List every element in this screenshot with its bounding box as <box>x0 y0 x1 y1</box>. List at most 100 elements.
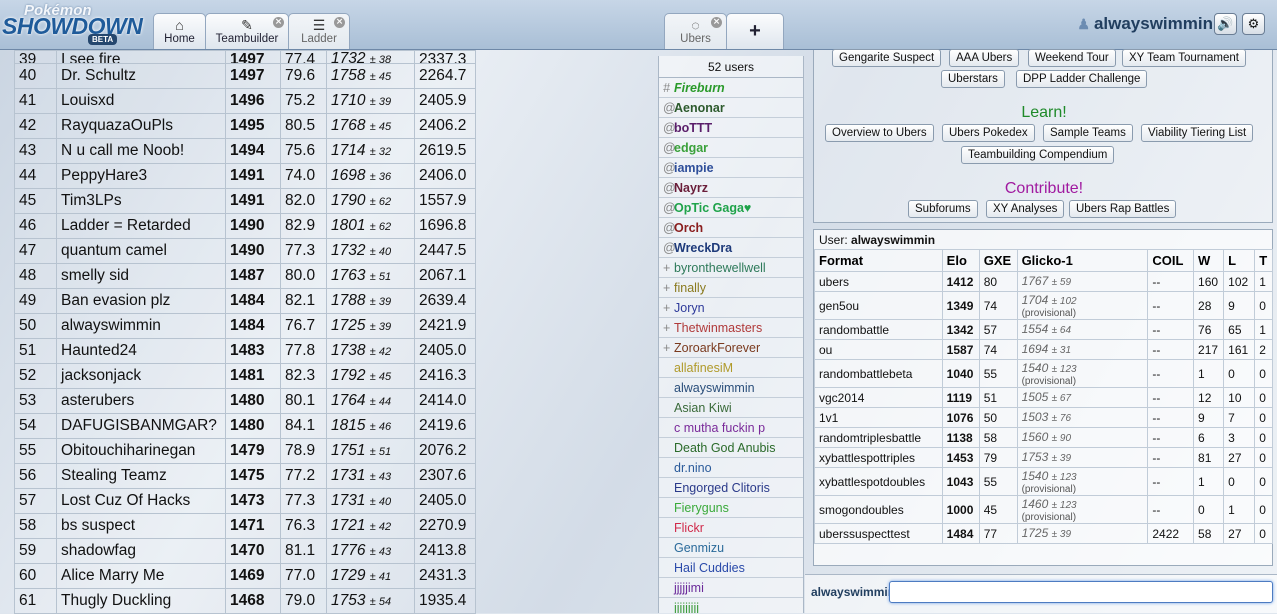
user-list-item[interactable]: Flickr <box>659 518 803 538</box>
ladder-name[interactable]: Louisxd <box>56 88 226 114</box>
tab-ubers-room[interactable]: ◌ Ubers × <box>664 13 727 49</box>
ladder-name[interactable]: DAFUGISBANMGAR? <box>56 413 226 439</box>
user-list-item[interactable]: Fieryguns <box>659 498 803 518</box>
tab-ladder[interactable]: ☰ Ladder × <box>288 13 350 49</box>
username-display[interactable]: ♟ alwayswimmin <box>1077 14 1213 34</box>
ladder-row[interactable]: 47 quantum camel 1490 77.3 1732 ± 40 2447.5 <box>14 238 476 264</box>
ladder-name[interactable]: Ban evasion plz <box>56 288 226 314</box>
user-list-item[interactable]: + byronthewellwell <box>659 258 803 278</box>
ladder-row[interactable]: 59 shadowfag 1470 81.1 1776 ± 43 2413.8 <box>14 538 476 564</box>
user-list-item[interactable]: @WreckDra <box>659 238 803 258</box>
ladder-row[interactable]: 44 PeppyHare3 1491 74.0 1698 ± 36 2406.0 <box>14 163 476 189</box>
user-list-item[interactable]: c mutha fuckin p <box>659 418 803 438</box>
ladder-row[interactable]: 42 RayquazaOuPls 1495 80.5 1768 ± 45 2406.2 <box>14 113 476 139</box>
info-link-button[interactable]: Viability Tiering List <box>1141 124 1254 142</box>
user-list-item[interactable]: + finally <box>659 278 803 298</box>
user-list[interactable]: 52 users # Fireburn @Aenonar @boTTT @edgar @i… <box>658 56 804 613</box>
ladder-name[interactable]: RayquazaOuPls <box>56 113 226 139</box>
ladder-name[interactable]: N u call me Noob! <box>56 138 226 164</box>
ladder-name[interactable]: asterubers <box>56 388 226 414</box>
ladder-row[interactable]: 48 smelly sid 1487 80.0 1763 ± 51 2067.1 <box>14 263 476 289</box>
ladder-name[interactable]: Lost Cuz Of Hacks <box>56 488 226 514</box>
chat-input[interactable] <box>889 581 1273 603</box>
user-list-item[interactable]: @edgar <box>659 138 803 158</box>
ladder-table-container[interactable]: 39 I see fire 1497 77.4 1732 ± 38 2337.3 40 Dr.… <box>14 50 476 614</box>
ladder-name[interactable]: smelly sid <box>56 263 226 289</box>
info-link-button[interactable]: Ubers Pokedex <box>942 124 1035 142</box>
close-icon[interactable]: × <box>273 17 284 28</box>
ladder-name[interactable]: shadowfag <box>56 538 226 564</box>
user-list-item[interactable]: Asian Kiwi <box>659 398 803 418</box>
user-list-item[interactable]: @boTTT <box>659 118 803 138</box>
user-list-item[interactable]: dr.nino <box>659 458 803 478</box>
info-link-button[interactable]: Gengarite Suspect <box>832 49 942 67</box>
info-link-button[interactable]: Teambuilding Compendium <box>961 146 1115 164</box>
ladder-row[interactable]: 50 alwayswimmin 1484 76.7 1725 ± 39 2421.9 <box>14 313 476 339</box>
ladder-row[interactable]: 54 DAFUGISBANMGAR? 1480 84.1 1815 ± 46 2419.6 <box>14 413 476 439</box>
ladder-name[interactable]: Haunted24 <box>56 338 226 364</box>
ladder-name[interactable]: jacksonjack <box>56 363 226 389</box>
ladder-row[interactable]: 55 Obitouchiharinegan 1479 78.9 1751 ± 51 207… <box>14 438 476 464</box>
ladder-name[interactable]: quantum camel <box>56 238 226 264</box>
user-list-item[interactable]: @OpTic Gaga♥ <box>659 198 803 218</box>
ladder-name[interactable]: Stealing Teamz <box>56 463 226 489</box>
ladder-name[interactable]: Dr. Schultz <box>56 63 226 89</box>
ladder-row[interactable]: 61 Thugly Duckling 1468 79.0 1753 ± 54 1935.4 <box>14 588 476 614</box>
ladder-row[interactable]: 51 Haunted24 1483 77.8 1738 ± 42 2405.0 <box>14 338 476 364</box>
ladder-row[interactable]: 45 Tim3LPs 1491 82.0 1790 ± 62 1557.9 <box>14 188 476 214</box>
ladder-name[interactable]: Obitouchiharinegan <box>56 438 226 464</box>
ladder-row[interactable]: 46 Ladder = Retarded 1490 82.9 1801 ± 62 1696… <box>14 213 476 239</box>
sound-button[interactable]: 🔊 <box>1214 13 1237 35</box>
info-link-button[interactable]: XY Analyses <box>986 200 1065 218</box>
ladder-row[interactable]: 60 Alice Marry Me 1469 77.0 1729 ± 41 2431.3 <box>14 563 476 589</box>
ladder-row[interactable]: 57 Lost Cuz Of Hacks 1473 77.3 1731 ± 40 2405… <box>14 488 476 514</box>
info-link-button[interactable]: DPP Ladder Challenge <box>1016 70 1148 88</box>
info-link-button[interactable]: Ubers Rap Battles <box>1069 200 1177 218</box>
ladder-row[interactable]: 43 N u call me Noob! 1494 75.6 1714 ± 32 2619… <box>14 138 476 164</box>
user-list-item[interactable]: allafinesiM <box>659 358 803 378</box>
info-link-button[interactable]: Weekend Tour <box>1028 49 1116 67</box>
info-link-button[interactable]: XY Team Tournament <box>1122 49 1246 67</box>
user-list-item[interactable]: Engorged Clitoris <box>659 478 803 498</box>
ladder-row[interactable]: 39 I see fire 1497 77.4 1732 ± 38 2337.3 <box>14 50 476 64</box>
user-list-item[interactable]: @Aenonar <box>659 98 803 118</box>
ladder-row[interactable]: 53 asterubers 1480 80.1 1764 ± 44 2414.0 <box>14 388 476 414</box>
user-list-item[interactable]: @iampie <box>659 158 803 178</box>
ladder-name[interactable]: Tim3LPs <box>56 188 226 214</box>
info-link-button[interactable]: Sample Teams <box>1043 124 1133 142</box>
user-list-item[interactable]: + ZoroarkForever <box>659 338 803 358</box>
user-list-item[interactable]: jjjjjimi <box>659 578 803 598</box>
ladder-row[interactable]: 52 jacksonjack 1481 82.3 1792 ± 45 2416.3 <box>14 363 476 389</box>
info-link-button[interactable]: AAA Ubers <box>949 49 1020 67</box>
ladder-row[interactable]: 58 bs suspect 1471 76.3 1721 ± 42 2270.9 <box>14 513 476 539</box>
user-count[interactable]: 52 users <box>659 56 803 78</box>
showdown-logo[interactable]: Pokémon SHOWDOWN BETA <box>2 2 152 46</box>
ladder-row[interactable]: 56 Stealing Teamz 1475 77.2 1731 ± 43 2307.6 <box>14 463 476 489</box>
user-list-item[interactable]: + Joryn <box>659 298 803 318</box>
close-icon[interactable]: × <box>711 17 722 28</box>
info-link-button[interactable]: Overview to Ubers <box>825 124 934 142</box>
ladder-name[interactable]: alwayswimmin <box>56 313 226 339</box>
info-link-button[interactable]: Subforums <box>908 200 978 218</box>
user-list-item[interactable]: Genmizu <box>659 538 803 558</box>
new-tab-button[interactable]: + <box>726 13 784 49</box>
ladder-row[interactable]: 41 Louisxd 1496 75.2 1710 ± 39 2405.9 <box>14 88 476 114</box>
user-list-item[interactable]: alwayswimmin <box>659 378 803 398</box>
user-list-item[interactable]: jjjjjjjjj <box>659 598 803 613</box>
ladder-row[interactable]: 40 Dr. Schultz 1497 79.6 1758 ± 45 2264.7 <box>14 63 476 89</box>
ladder-name[interactable]: Ladder = Retarded <box>56 213 226 239</box>
user-list-item[interactable]: + Thetwinmasters <box>659 318 803 338</box>
tab-teambuilder[interactable]: ✎ Teambuilder × <box>205 13 289 49</box>
ladder-name[interactable]: Alice Marry Me <box>56 563 226 589</box>
user-list-item[interactable]: @Nayrz <box>659 178 803 198</box>
tab-home[interactable]: ⌂ Home <box>153 13 206 49</box>
user-list-item[interactable]: Hail Cuddies <box>659 558 803 578</box>
user-list-item[interactable]: @Orch <box>659 218 803 238</box>
ladder-name[interactable]: PeppyHare3 <box>56 163 226 189</box>
ladder-row[interactable]: 49 Ban evasion plz 1484 82.1 1788 ± 39 2639.4 <box>14 288 476 314</box>
ladder-name[interactable]: Thugly Duckling <box>56 588 226 614</box>
user-list-item[interactable]: # Fireburn <box>659 78 803 98</box>
ladder-name[interactable]: bs suspect <box>56 513 226 539</box>
stats-username[interactable]: alwayswimmin <box>851 233 935 247</box>
info-link-button[interactable]: Uberstars <box>941 70 1005 88</box>
